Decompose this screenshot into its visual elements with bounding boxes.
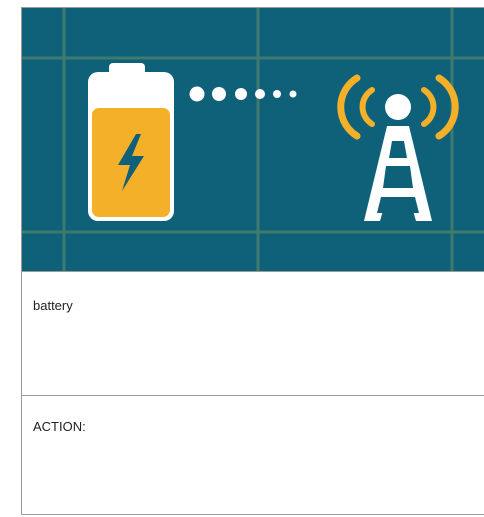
cell-tower-icon	[364, 94, 432, 221]
card: battery ACTION:	[21, 7, 484, 515]
action-label: ACTION:	[33, 419, 86, 434]
caption-row: battery	[22, 271, 484, 395]
action-row: ACTION:	[22, 395, 484, 514]
dots-icon	[189, 86, 297, 102]
caption-text: battery	[33, 298, 73, 313]
hero-image	[22, 8, 484, 271]
battery-to-cell-tower-icon	[22, 8, 484, 271]
battery-icon	[88, 63, 174, 221]
